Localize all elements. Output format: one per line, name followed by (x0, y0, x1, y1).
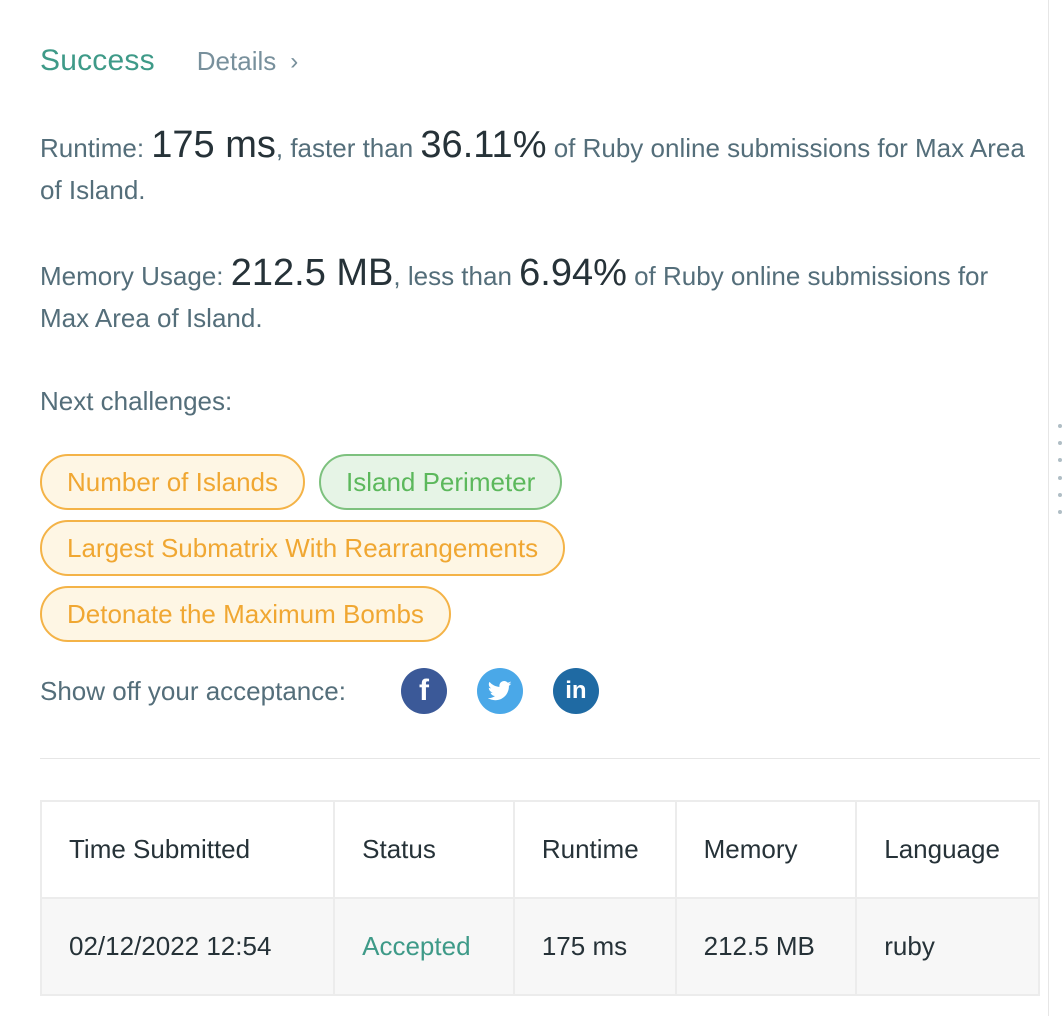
runtime-middle: , faster than (275, 133, 421, 163)
column-header-language[interactable]: Language (855, 800, 1040, 899)
cell-memory: 212.5 MB (674, 897, 858, 996)
share-label: Show off your acceptance: (40, 675, 346, 706)
resize-handle-icon[interactable] (1058, 424, 1064, 514)
cell-time-submitted: 02/12/2022 12:54 (39, 897, 336, 996)
column-header-status[interactable]: Status (333, 800, 515, 899)
column-header-memory[interactable]: Memory (674, 800, 858, 899)
next-challenges-list: Number of Islands Island Perimeter Larges… (40, 454, 680, 652)
submissions-table: Time Submitted Status Runtime Memory Lan… (39, 800, 1040, 996)
result-header: Success Details › (40, 44, 298, 78)
memory-middle: , less than (393, 261, 520, 291)
runtime-value: 175 ms (151, 124, 276, 166)
share-row: Show off your acceptance: f in (40, 668, 629, 714)
column-header-runtime[interactable]: Runtime (512, 800, 677, 899)
challenge-tag-detonate-bombs[interactable]: Detonate the Maximum Bombs (40, 586, 451, 642)
memory-summary: Memory Usage: 212.5 MB, less than 6.94% … (40, 252, 1030, 339)
memory-value: 212.5 MB (230, 252, 394, 294)
cell-runtime: 175 ms (512, 897, 677, 996)
memory-prefix: Memory Usage: (40, 261, 231, 291)
runtime-prefix: Runtime: (40, 133, 152, 163)
column-header-time-submitted[interactable]: Time Submitted (39, 800, 336, 899)
cell-status-accepted-link[interactable]: Accepted (333, 897, 515, 996)
table-row: 02/12/2022 12:54 Accepted 175 ms 212.5 M… (39, 897, 1040, 996)
facebook-icon[interactable]: f (400, 668, 447, 714)
twitter-icon[interactable] (476, 668, 523, 714)
challenge-tag-largest-submatrix[interactable]: Largest Submatrix With Rearrangements (40, 520, 566, 576)
details-link[interactable]: Details › (197, 46, 298, 77)
runtime-summary: Runtime: 175 ms, faster than 36.11% of R… (40, 124, 1030, 211)
challenge-tag-number-of-islands[interactable]: Number of Islands (40, 454, 305, 510)
success-status: Success (40, 44, 155, 77)
details-label: Details (196, 46, 277, 76)
chevron-right-icon: › (290, 47, 299, 75)
runtime-percent: 36.11% (420, 124, 547, 166)
twitter-bird-glyph (487, 681, 512, 701)
section-divider (40, 758, 1040, 759)
challenge-tag-island-perimeter[interactable]: Island Perimeter (318, 454, 563, 510)
next-challenges-label: Next challenges: (40, 386, 233, 416)
linkedin-icon[interactable]: in (552, 668, 599, 714)
memory-percent: 6.94% (519, 252, 627, 294)
social-share-buttons: f in (400, 668, 629, 714)
table-header-row: Time Submitted Status Runtime Memory Lan… (39, 800, 1040, 899)
cell-language: ruby (855, 897, 1040, 996)
